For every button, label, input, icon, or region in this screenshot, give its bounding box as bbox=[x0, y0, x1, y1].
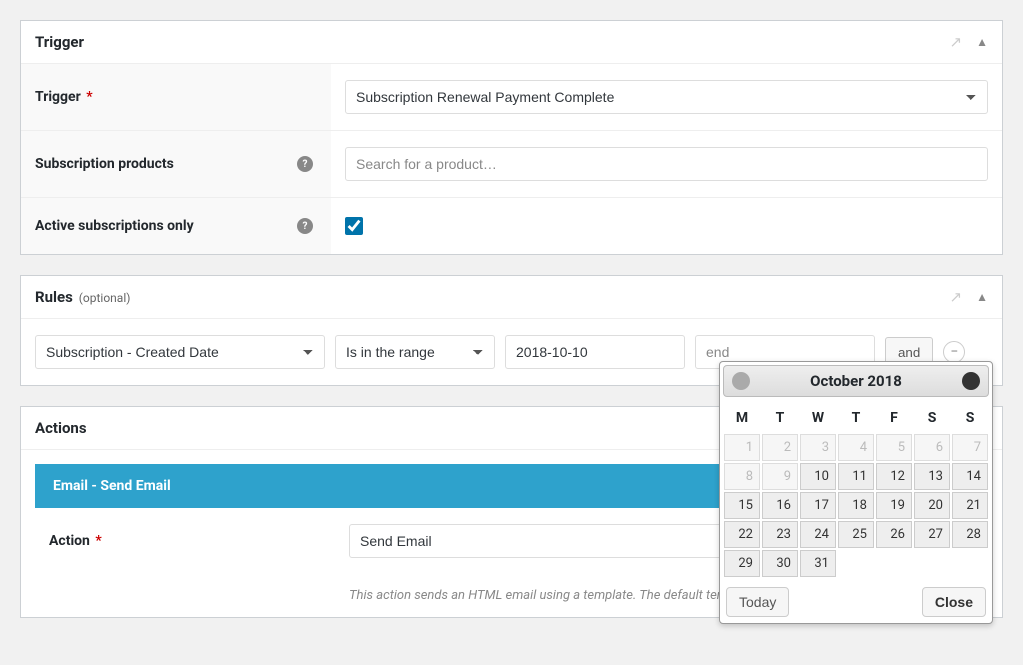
calendar-day[interactable]: 30 bbox=[762, 550, 798, 577]
calendar-day[interactable]: 12 bbox=[876, 463, 912, 490]
subscription-products-label: Subscription products ? bbox=[21, 131, 331, 197]
calendar-day[interactable]: 10 bbox=[800, 463, 836, 490]
active-only-label: Active subscriptions only ? bbox=[21, 198, 331, 254]
collapse-icon[interactable]: ▲ bbox=[976, 35, 988, 49]
calendar-day[interactable]: 31 bbox=[800, 550, 836, 577]
external-link-icon[interactable]: ↗ bbox=[950, 33, 963, 51]
calendar-day[interactable]: 26 bbox=[876, 521, 912, 548]
dow-header: T bbox=[838, 404, 874, 432]
dow-header: T bbox=[762, 404, 798, 432]
calendar-day[interactable]: 21 bbox=[952, 492, 988, 519]
calendar-day: 7 bbox=[952, 434, 988, 461]
rule-operator-select[interactable]: Is in the range bbox=[335, 335, 495, 369]
collapse-icon[interactable]: ▲ bbox=[976, 290, 988, 304]
rule-start-date[interactable] bbox=[505, 335, 685, 369]
actions-title: Actions bbox=[35, 419, 87, 437]
calendar-day[interactable]: 16 bbox=[762, 492, 798, 519]
calendar-day[interactable]: 18 bbox=[838, 492, 874, 519]
trigger-panel: Trigger ↗ ▲ Trigger * Subscription Renew… bbox=[20, 20, 1003, 255]
calendar-day[interactable]: 17 bbox=[800, 492, 836, 519]
help-icon[interactable]: ? bbox=[297, 156, 313, 172]
action-label: Action * bbox=[35, 508, 335, 574]
calendar-day: 1 bbox=[724, 434, 760, 461]
calendar-day: 2 bbox=[762, 434, 798, 461]
calendar-day[interactable]: 13 bbox=[914, 463, 950, 490]
calendar-day[interactable]: 22 bbox=[724, 521, 760, 548]
remove-rule-button[interactable]: − bbox=[943, 341, 965, 363]
rule-field-select[interactable]: Subscription - Created Date bbox=[35, 335, 325, 369]
calendar-day[interactable]: 11 bbox=[838, 463, 874, 490]
calendar-day[interactable]: 15 bbox=[724, 492, 760, 519]
calendar-day[interactable]: 23 bbox=[762, 521, 798, 548]
active-only-checkbox[interactable] bbox=[345, 217, 363, 235]
calendar-day[interactable]: 25 bbox=[838, 521, 874, 548]
trigger-label: Trigger * bbox=[21, 64, 331, 130]
calendar-day: 4 bbox=[838, 434, 874, 461]
external-link-icon[interactable]: ↗ bbox=[950, 288, 963, 306]
calendar-day: 9 bbox=[762, 463, 798, 490]
trigger-title: Trigger bbox=[35, 33, 84, 51]
trigger-select[interactable]: Subscription Renewal Payment Complete bbox=[345, 80, 988, 114]
calendar-day: 3 bbox=[800, 434, 836, 461]
calendar-day: 5 bbox=[876, 434, 912, 461]
calendar-day[interactable]: 28 bbox=[952, 521, 988, 548]
calendar-day: 8 bbox=[724, 463, 760, 490]
calendar-day[interactable]: 29 bbox=[724, 550, 760, 577]
rules-title: Rules (optional) bbox=[35, 288, 130, 306]
dow-header: W bbox=[800, 404, 836, 432]
datepicker: October 2018 MTWTFSS12345678910111213141… bbox=[719, 361, 993, 624]
help-icon[interactable]: ? bbox=[297, 218, 313, 234]
calendar-day[interactable]: 19 bbox=[876, 492, 912, 519]
dow-header: F bbox=[876, 404, 912, 432]
datepicker-title: October 2018 bbox=[810, 372, 902, 390]
today-button[interactable]: Today bbox=[726, 587, 789, 617]
calendar-day[interactable]: 14 bbox=[952, 463, 988, 490]
prev-month-icon[interactable] bbox=[732, 372, 750, 390]
close-button[interactable]: Close bbox=[922, 587, 986, 617]
calendar-day: 6 bbox=[914, 434, 950, 461]
rules-header: Rules (optional) ↗ ▲ bbox=[21, 276, 1002, 319]
product-search-input[interactable] bbox=[345, 147, 988, 181]
next-month-icon[interactable] bbox=[962, 372, 980, 390]
calendar-day[interactable]: 27 bbox=[914, 521, 950, 548]
dow-header: M bbox=[724, 404, 760, 432]
dow-header: S bbox=[914, 404, 950, 432]
calendar-day[interactable]: 20 bbox=[914, 492, 950, 519]
calendar-day[interactable]: 24 bbox=[800, 521, 836, 548]
rules-panel: Rules (optional) ↗ ▲ Subscription - Crea… bbox=[20, 275, 1003, 386]
dow-header: S bbox=[952, 404, 988, 432]
trigger-header: Trigger ↗ ▲ bbox=[21, 21, 1002, 64]
